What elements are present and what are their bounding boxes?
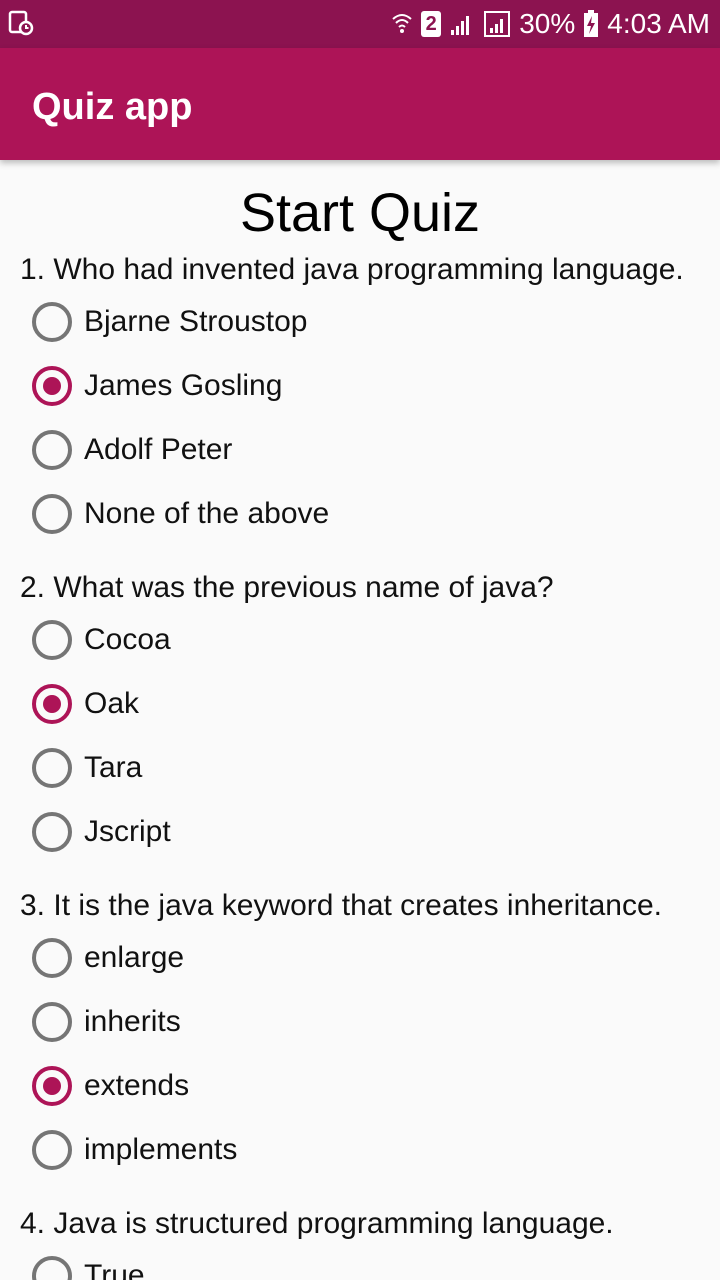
option-q4-a[interactable]: True xyxy=(32,1248,692,1280)
radio-button[interactable] xyxy=(32,430,72,470)
quiz-content[interactable]: Start Quiz 1. Who had invented java prog… xyxy=(0,160,720,1280)
sim-badge: 2 xyxy=(421,11,442,37)
option-label: James Gosling xyxy=(84,369,283,402)
radio-button-checked[interactable] xyxy=(32,366,72,406)
option-q1-c[interactable]: Adolf Peter xyxy=(32,422,692,478)
option-label: inherits xyxy=(84,1005,181,1038)
app-title: Quiz app xyxy=(32,86,193,128)
radio-button[interactable] xyxy=(32,938,72,978)
option-label: Adolf Peter xyxy=(84,433,233,466)
question-1: 1. Who had invented java programming lan… xyxy=(20,253,684,286)
radio-button[interactable] xyxy=(32,1002,72,1042)
option-q2-d[interactable]: Jscript xyxy=(32,804,692,860)
radio-button[interactable] xyxy=(32,812,72,852)
option-label: extends xyxy=(84,1069,190,1102)
option-label: implements xyxy=(84,1133,238,1166)
signal-icon xyxy=(451,16,470,35)
battery-percent: 30% xyxy=(519,8,576,39)
option-label: Cocoa xyxy=(84,623,171,656)
radio-button[interactable] xyxy=(32,748,72,788)
wifi-icon xyxy=(392,14,412,33)
option-q2-c[interactable]: Tara xyxy=(32,740,692,796)
radio-button-checked[interactable] xyxy=(32,1066,72,1106)
option-q3-d[interactable]: implements xyxy=(32,1122,692,1178)
radio-button[interactable] xyxy=(32,302,72,342)
option-label: Oak xyxy=(84,687,140,720)
option-label: Tara xyxy=(84,751,143,784)
radio-button[interactable] xyxy=(32,620,72,660)
question-4: 4. Java is structured programming langua… xyxy=(20,1207,614,1240)
question-3: 3. It is the java keyword that creates i… xyxy=(20,889,662,922)
option-label: True xyxy=(84,1259,145,1280)
signal-box-icon xyxy=(484,11,511,37)
screen-clock-icon xyxy=(8,10,34,36)
status-right: 2 30% 4:03 AM xyxy=(391,0,710,48)
option-q3-b[interactable]: inherits xyxy=(32,994,692,1050)
option-label: Bjarne Stroustop xyxy=(84,305,308,338)
option-q2-a[interactable]: Cocoa xyxy=(32,612,692,668)
option-q3-a[interactable]: enlarge xyxy=(32,930,692,986)
question-2: 2. What was the previous name of java? xyxy=(20,571,554,604)
option-label: enlarge xyxy=(84,941,185,974)
radio-button[interactable] xyxy=(32,1256,72,1280)
radio-button[interactable] xyxy=(32,494,72,534)
clock-time: 4:03 AM xyxy=(607,8,710,39)
app-bar: Quiz app xyxy=(0,48,720,160)
radio-button-checked[interactable] xyxy=(32,684,72,724)
page-title: Start Quiz xyxy=(239,183,481,243)
option-q3-c[interactable]: extends xyxy=(32,1058,692,1114)
option-q1-b[interactable]: James Gosling xyxy=(32,358,692,414)
battery-charging-icon xyxy=(584,10,599,37)
status-bar: 2 30% 4:03 AM xyxy=(0,0,720,48)
option-label: Jscript xyxy=(84,815,171,848)
radio-button[interactable] xyxy=(32,1130,72,1170)
option-q2-b[interactable]: Oak xyxy=(32,676,692,732)
option-q1-a[interactable]: Bjarne Stroustop xyxy=(32,294,692,350)
option-q1-d[interactable]: None of the above xyxy=(32,486,692,542)
option-label: None of the above xyxy=(84,497,330,530)
